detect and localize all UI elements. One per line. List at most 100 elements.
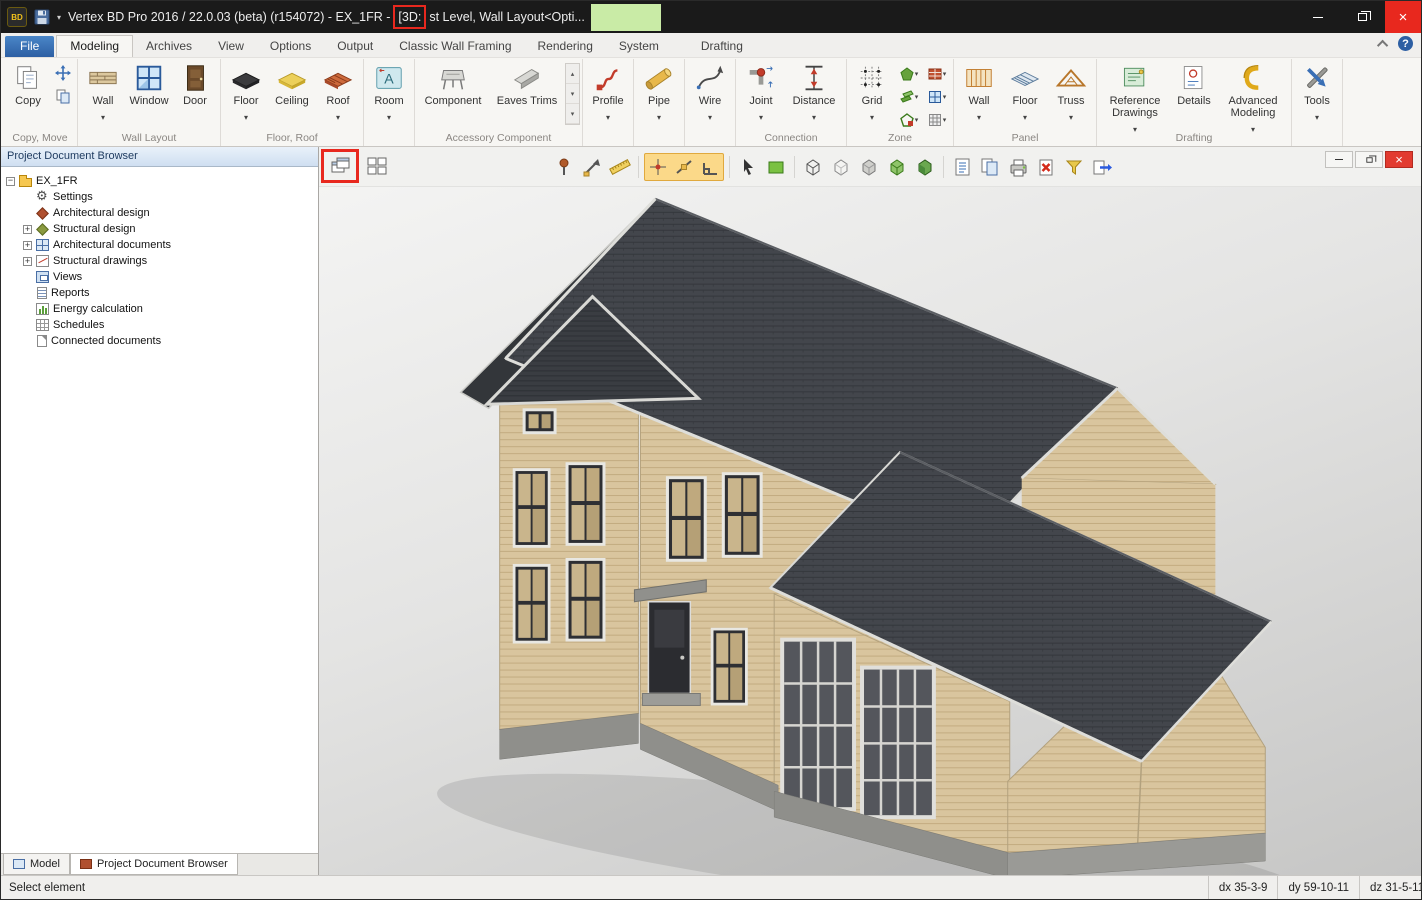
view-rendered-icon[interactable] (912, 154, 938, 180)
snap-nearest-icon[interactable] (671, 154, 697, 180)
tree-item-reports[interactable]: Reports (1, 285, 318, 301)
help-icon[interactable]: ? (1398, 36, 1413, 51)
tab-classic-wall-framing[interactable]: Classic Wall Framing (386, 36, 524, 57)
tab-view[interactable]: View (205, 36, 257, 57)
tab-output[interactable]: Output (324, 36, 386, 57)
pin-icon[interactable] (551, 154, 577, 180)
advanced-modeling-button[interactable]: Advanced Modeling (1217, 59, 1289, 137)
select-cursor-icon[interactable] (735, 154, 761, 180)
tab-rendering[interactable]: Rendering (525, 36, 606, 57)
viewport-minimize-button[interactable] (1325, 151, 1353, 168)
snap-point-icon[interactable] (645, 154, 671, 180)
zone-outline-button[interactable]: ▾ (895, 108, 923, 131)
reference-drawings-button[interactable]: Reference Drawings (1099, 59, 1171, 137)
gallery-more-icon[interactable]: ▾ (566, 104, 579, 124)
copy-button[interactable]: Copy (5, 59, 51, 129)
expand-icon[interactable] (23, 225, 32, 234)
group-label-copy-move: Copy, Move (5, 131, 75, 146)
tab-project-document-browser[interactable]: Project Document Browser (70, 854, 238, 875)
tree-item-settings[interactable]: Settings (1, 189, 318, 205)
zone-create-button[interactable]: ▾ (895, 62, 923, 85)
tree-item-structural-design[interactable]: Structural design (1, 221, 318, 237)
tab-options[interactable]: Options (257, 36, 324, 57)
maximize-button[interactable] (1340, 1, 1385, 33)
print-icon[interactable] (1005, 154, 1031, 180)
snap-perpendicular-icon[interactable] (697, 154, 723, 180)
view-shaded-icon[interactable] (856, 154, 882, 180)
document-list-icon[interactable] (949, 154, 975, 180)
expand-icon[interactable] (23, 241, 32, 250)
component-button[interactable]: Component (417, 59, 489, 129)
tab-modeling[interactable]: Modeling (56, 35, 133, 57)
view-shaded-edges-icon[interactable] (884, 154, 910, 180)
cascade-windows-button[interactable] (326, 154, 354, 178)
view-hidden-line-icon[interactable] (828, 154, 854, 180)
expand-icon[interactable] (23, 257, 32, 266)
move-button[interactable] (53, 63, 73, 83)
tab-file[interactable]: File (5, 36, 54, 57)
zone-window-button[interactable]: ▾ (923, 85, 951, 108)
wire-button[interactable]: Wire (687, 59, 733, 129)
tab-archives[interactable]: Archives (133, 36, 205, 57)
tree-item-energy-calculation[interactable]: Energy calculation (1, 301, 318, 317)
floor-button[interactable]: Floor (223, 59, 269, 129)
tree-item-schedules[interactable]: Schedules (1, 317, 318, 333)
tab-system[interactable]: System (606, 36, 672, 57)
ceiling-button[interactable]: Ceiling (269, 59, 315, 129)
model-viewport[interactable]: × (319, 147, 1421, 875)
details-button[interactable]: Details (1171, 59, 1217, 129)
ruler-icon[interactable] (607, 154, 633, 180)
delete-view-icon[interactable] (1033, 154, 1059, 180)
gallery-down-icon[interactable]: ▾ (566, 84, 579, 104)
copy-parallel-button[interactable] (53, 86, 73, 106)
filter-icon[interactable] (1061, 154, 1087, 180)
save-icon[interactable] (34, 9, 50, 25)
component-gallery-scrollbar[interactable]: ▴ ▾ ▾ (565, 63, 580, 125)
roof-button[interactable]: Roof (315, 59, 361, 129)
room-button[interactable]: A Room (366, 59, 412, 129)
tab-drafting[interactable]: Drafting (688, 36, 756, 57)
close-button[interactable]: × (1385, 1, 1421, 33)
profile-button[interactable]: Profile (585, 59, 631, 129)
tree-item-architectural-design[interactable]: Architectural design (1, 205, 318, 221)
viewport-restore-button[interactable] (1355, 151, 1383, 168)
tree-item-structural-drawings[interactable]: Structural drawings (1, 253, 318, 269)
panel-floor-button[interactable]: Floor (1002, 59, 1048, 129)
collapse-ribbon-icon[interactable] (1377, 39, 1388, 50)
measure-icon[interactable] (579, 154, 605, 180)
tree-item-views[interactable]: Views (1, 269, 318, 285)
wall-button[interactable]: Wall (80, 59, 126, 129)
eaves-trims-button[interactable]: Eaves Trims (489, 59, 565, 129)
distance-button[interactable]: Distance (784, 59, 844, 129)
panel-header: Project Document Browser (1, 147, 318, 167)
tile-windows-button[interactable] (366, 155, 388, 182)
panel-wall-button[interactable]: Wall (956, 59, 1002, 129)
zone-hatch-button[interactable]: ▾ (923, 62, 951, 85)
export-icon[interactable] (1089, 154, 1115, 180)
pipe-button[interactable]: Pipe (636, 59, 682, 129)
select-face-icon[interactable] (763, 154, 789, 180)
grid-button[interactable]: Grid (849, 59, 895, 129)
joint-button[interactable]: Joint (738, 59, 784, 129)
door-button[interactable]: Door (172, 59, 218, 129)
house-3d-model[interactable] (319, 147, 1421, 875)
expander-spacer (23, 305, 32, 314)
tree-item-ex-1fr[interactable]: EX_1FR (1, 173, 318, 189)
panel-truss-button[interactable]: Truss (1048, 59, 1094, 129)
window-button[interactable]: Window (126, 59, 172, 129)
tree-item-connected-documents[interactable]: Connected documents (1, 333, 318, 349)
tree-item-architectural-documents[interactable]: Architectural documents (1, 237, 318, 253)
viewport-close-button[interactable]: × (1385, 151, 1413, 168)
zone-stack-button[interactable]: ▾ (895, 85, 923, 108)
minimize-button[interactable] (1295, 1, 1340, 33)
view-wireframe-icon[interactable] (800, 154, 826, 180)
app-logo-icon[interactable]: BD (7, 7, 27, 27)
collapse-icon[interactable] (6, 177, 15, 186)
tools-button[interactable]: Tools (1294, 59, 1340, 129)
panel-truss-button-label: Truss (1057, 95, 1084, 107)
document-copy-icon[interactable] (977, 154, 1003, 180)
tab-model[interactable]: Model (3, 854, 70, 875)
gallery-up-icon[interactable]: ▴ (566, 64, 579, 84)
quick-access-dropdown-icon[interactable]: ▾ (57, 13, 61, 22)
zone-grid-small-button[interactable]: ▾ (923, 108, 951, 131)
